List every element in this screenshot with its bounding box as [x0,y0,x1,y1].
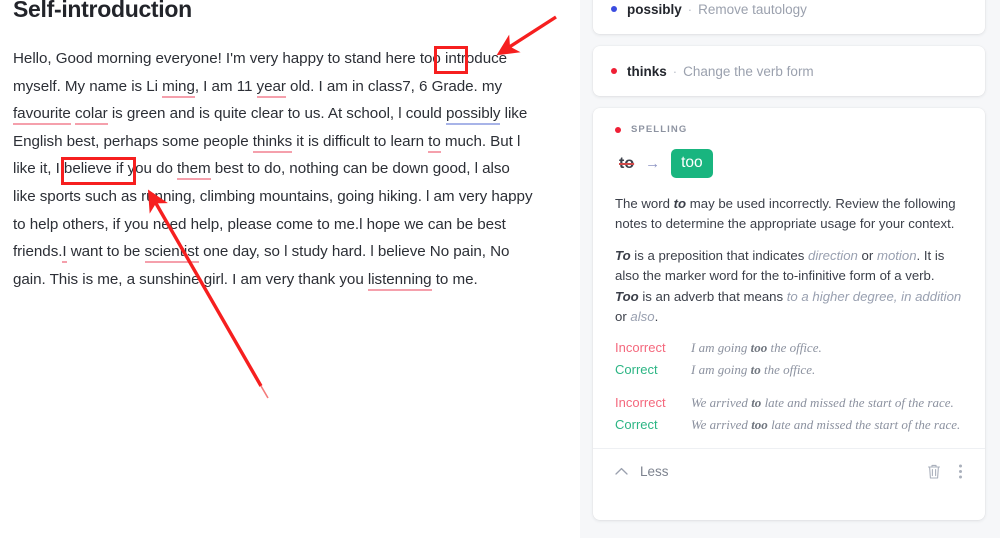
suggestion-word: thinks [627,63,667,79]
example-sentence: I am going to the office. [691,362,816,377]
spelling-suggestion-card[interactable]: SPELLING to → too The word to may be use… [593,108,985,520]
separator-dot: · [672,63,678,79]
apply-suggestion-button[interactable]: too [671,149,713,178]
example-sentence: We arrived too late and missed the start… [691,417,961,432]
example-row: Correct I am going to the office. [615,360,963,379]
grammar-error-underline[interactable]: colar [74,105,108,126]
grammar-error-underline[interactable]: ming [162,77,195,98]
body-text: is green and is quite clear to us. At sc… [107,105,446,123]
example-label: Incorrect [615,395,666,410]
annotated-word[interactable]: too [420,50,441,67]
severity-dot-icon [615,126,621,133]
document-paragraph[interactable]: Hello, Good morning everyone! I'm very h… [13,45,533,293]
suggestion-sidebar[interactable]: possibly · Remove tautology thinks · Cha… [580,0,1000,538]
note-text-2: or [857,248,877,263]
suggestion-description: Change the verb form [683,63,814,79]
collapse-label: Less [640,464,669,479]
body-text: , I am 11 [194,77,257,95]
usage-note-to: To is a preposition that indicates direc… [615,246,963,285]
app-root: Self-introduction Hello, Good morning ev… [0,0,1000,538]
note-word: To [615,248,631,263]
grammar-error-underline[interactable]: to [428,132,441,153]
body-text: old. I am in class7, 6 Grade. my [285,77,503,95]
grammar-error-underline[interactable]: them [177,160,211,181]
explanation-text: The word to may be used incorrectly. Rev… [615,194,963,233]
example-row: Incorrect I am going too the office. [615,338,963,357]
example-row: Incorrect We arrived to late and missed t… [615,393,963,412]
category-label: SPELLING [631,124,688,135]
note-text-2: or [615,308,631,324]
note-text-3: . [654,308,659,324]
usage-note-too: Too is an adverb that means to a higher … [615,287,963,326]
example-list: Incorrect I am going too the office. Corre… [615,338,963,434]
example-label: Incorrect [615,340,666,355]
body-text: it is difficult to learn [292,132,429,150]
example-label: Correct [615,417,658,432]
document-body[interactable]: Hello, Good morning everyone! I'm very h… [13,45,533,293]
explanation-lead-1: The word [615,196,674,211]
severity-dot-icon [611,6,617,12]
note-emphasis-2: also [630,308,655,324]
page-title: Self-introduction [13,0,192,22]
body-text: Hello, Good morning everyone! I'm very h… [13,50,420,67]
trash-icon[interactable] [926,463,942,480]
example-sentence: I am going too the office. [691,340,822,355]
suggestion-replacement-row[interactable]: to → too [615,149,963,178]
more-vertical-icon[interactable] [958,463,963,480]
example-label: Correct [615,362,658,377]
note-emphasis-1: to a higher degree, in addition [786,289,962,304]
category-row: SPELLING [615,124,963,135]
note-emphasis-1: direction [808,248,858,263]
collapse-toggle[interactable]: Less [615,463,669,481]
suggestion-card-thinks[interactable]: thinks · Change the verb form [593,46,985,96]
card-footer: Less [593,448,985,494]
suggestion-card-possibly-row[interactable]: possibly · Remove tautology [593,0,985,34]
note-text-1: is a preposition that indicates [630,248,809,263]
style-suggestion-underline[interactable]: possibly [445,105,501,126]
suggestion-card-thinks-row[interactable]: thinks · Change the verb form [593,46,985,96]
body-text: to me. [431,270,478,288]
example-sentence: We arrived to late and missed the start … [691,395,954,410]
example-row: Correct We arrived too late and missed th… [615,415,963,434]
original-word: to [619,154,635,172]
note-emphasis-2: motion [876,248,917,263]
arrow-right-icon: → [645,155,661,172]
body-text: want to be [66,243,145,261]
separator-dot: · [687,1,693,17]
suggestion-card-possibly[interactable]: possibly · Remove tautology [593,0,985,34]
explanation-lead-word: to [673,196,687,211]
grammar-error-underline[interactable]: favourite [13,105,71,126]
severity-dot-icon [611,68,617,74]
note-text-1: is an adverb that means [638,289,787,304]
note-word: Too [615,289,639,304]
grammar-error-underline[interactable]: year [256,77,286,98]
grammar-error-underline[interactable]: listenning [367,270,432,291]
editor-pane: Self-introduction Hello, Good morning ev… [0,0,580,538]
chevron-up-icon [615,463,628,481]
suggestion-description: Remove tautology [698,1,807,17]
grammar-error-underline[interactable]: scientist [144,243,199,264]
suggestion-word: possibly [627,1,682,17]
grammar-error-underline[interactable]: thinks [252,132,292,153]
